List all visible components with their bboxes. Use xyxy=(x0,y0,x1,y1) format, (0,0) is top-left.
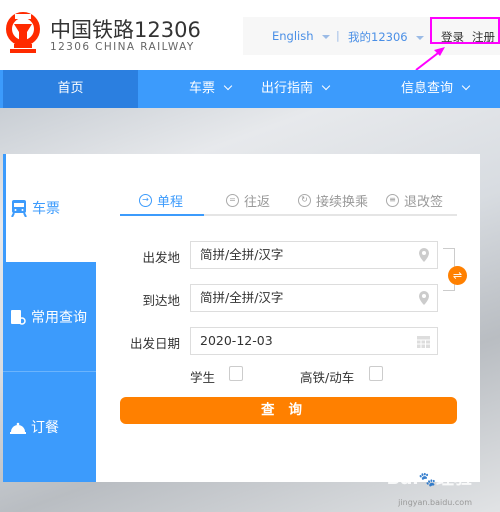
high-speed-label: 高铁/动车 xyxy=(300,370,355,385)
nav-travel-guide[interactable]: 出行指南 xyxy=(255,70,335,108)
my-account-dropdown[interactable]: 我的12306 xyxy=(348,29,424,45)
tab-refund-change[interactable]: ≡ 退改签 xyxy=(386,191,443,210)
brand-title: 中国铁路12306 xyxy=(50,18,201,42)
language-dropdown[interactable]: English xyxy=(272,29,330,43)
nav-label: 出行指南 xyxy=(260,81,313,96)
nav-home[interactable]: 首页 xyxy=(3,70,138,108)
tab-label: 接续换乘 xyxy=(316,195,369,210)
divider: | xyxy=(336,29,340,42)
equals-icon: = xyxy=(226,194,239,207)
caret-down-icon xyxy=(415,35,424,40)
sidebar-label: 订餐 xyxy=(31,420,59,436)
date-label: 出发日期 xyxy=(129,336,180,351)
chevron-down-icon xyxy=(223,81,233,91)
location-pin-icon xyxy=(419,248,429,262)
active-tab-indicator xyxy=(120,214,204,216)
main-nav: 首页 车票 出行指南 信息查询 xyxy=(0,70,500,108)
arrow-right-icon: → xyxy=(139,194,152,207)
search-doc-icon xyxy=(11,309,26,325)
trip-type-tabs: → 单程 = 往返 ↻ 接续换乘 ≡ 退改签 xyxy=(120,187,457,216)
sidebar-label: 常用查询 xyxy=(31,309,87,326)
date-value: 2020-12-03 xyxy=(200,333,273,348)
my-account-label: 我的12306 xyxy=(348,30,408,44)
tab-round-trip[interactable]: = 往返 xyxy=(226,191,270,210)
chevron-down-icon xyxy=(321,81,331,91)
annotation-highlight-box xyxy=(430,17,500,44)
nav-label: 信息查询 xyxy=(400,81,453,96)
tab-transfer[interactable]: ↻ 接续换乘 xyxy=(298,191,368,210)
sidebar-item-food-order[interactable]: 订餐 xyxy=(3,372,96,482)
watermark-url: jingyan.baidu.com xyxy=(398,498,472,507)
china-railway-logo[interactable] xyxy=(4,12,42,54)
departure-date-input[interactable]: 2020-12-03 xyxy=(190,327,438,355)
from-placeholder: 简拼/全拼/汉字 xyxy=(200,247,284,262)
refresh-icon: ↻ xyxy=(298,194,311,207)
sidebar-item-tickets[interactable]: 车票 xyxy=(3,154,96,262)
list-icon: ≡ xyxy=(386,194,399,207)
tab-label: 单程 xyxy=(157,195,184,210)
language-label: English xyxy=(272,29,314,43)
nav-label: 车票 xyxy=(188,81,215,96)
ticket-search-card: 车票 常用查询 订餐 → 单程 = 往返 ↻ 接续换乘 ≡ 退改签 出发地 简拼/全拼/… xyxy=(3,154,480,482)
sidebar-label: 车票 xyxy=(32,201,60,217)
caret-down-icon xyxy=(321,34,330,39)
from-station-input[interactable]: 简拼/全拼/汉字 xyxy=(190,241,438,269)
calendar-icon[interactable] xyxy=(417,334,430,348)
high-speed-checkbox[interactable] xyxy=(369,366,383,381)
chevron-down-icon xyxy=(461,81,471,91)
brand-subtitle: 12306 CHINA RAILWAY xyxy=(50,41,195,53)
search-button[interactable]: 查询 xyxy=(120,397,457,424)
student-label: 学生 xyxy=(190,370,216,385)
swap-stations-button[interactable]: ⇌ xyxy=(448,266,467,285)
food-bell-icon xyxy=(10,422,26,434)
sidebar-item-common-query[interactable]: 常用查询 xyxy=(3,262,96,372)
baidu-watermark: Bai🐾经验 xyxy=(386,468,472,489)
nav-info-query[interactable]: 信息查询 xyxy=(395,70,475,108)
tab-label: 往返 xyxy=(244,195,271,210)
header: 中国铁路12306 12306 CHINA RAILWAY English | … xyxy=(0,0,500,71)
train-icon xyxy=(11,200,27,217)
nav-tickets[interactable]: 车票 xyxy=(180,70,240,108)
tab-label: 退改签 xyxy=(404,195,444,210)
sidebar: 车票 常用查询 订餐 xyxy=(3,154,96,482)
to-placeholder: 简拼/全拼/汉字 xyxy=(200,290,284,305)
location-pin-icon xyxy=(419,291,429,305)
student-checkbox[interactable] xyxy=(229,366,243,381)
from-label: 出发地 xyxy=(142,250,180,265)
to-label: 到达地 xyxy=(142,293,180,308)
to-station-input[interactable]: 简拼/全拼/汉字 xyxy=(190,284,438,312)
tab-one-way[interactable]: → 单程 xyxy=(139,191,183,210)
